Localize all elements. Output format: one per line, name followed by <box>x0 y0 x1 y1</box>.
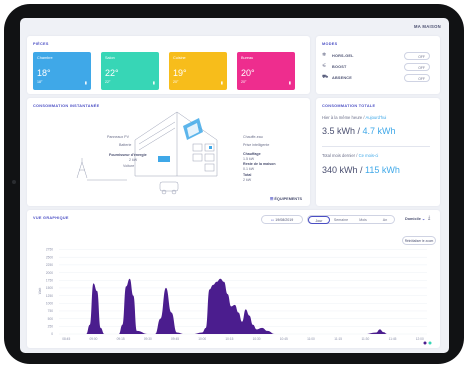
mode-label: BOOST <box>332 65 347 69</box>
water-heater-label: Chauffe-eau <box>243 135 263 139</box>
thermostat-icon: ▮ <box>288 80 291 85</box>
battery-label: Batterie <box>119 143 132 147</box>
room-setpoint: 20° <box>241 80 247 84</box>
legend-dot <box>423 341 427 345</box>
boost-icon: ⚟ <box>322 63 327 69</box>
room-setpoint: 20° <box>173 80 179 84</box>
x-tick-label: 12:00 <box>416 337 424 341</box>
y-tick-label: 1750 <box>46 278 53 282</box>
thermostat-icon: ▮ <box>152 80 155 85</box>
month-label: Total mois dernier / Ce mois-ci <box>322 153 379 158</box>
totals-title: CONSOMMATION TOTALE <box>322 104 376 108</box>
toggle-state: OFF <box>418 76 425 81</box>
legend-dot <box>428 341 432 345</box>
room-temperature: 19° <box>173 68 187 78</box>
consumption-chart[interactable]: 0 250 500 750 1000 1250 1500 1750 2000 2250 2500 27… <box>27 210 440 348</box>
x-tick-label: 10:15 <box>225 337 233 341</box>
heating-label: Chauffage <box>243 152 261 156</box>
x-tick-label: 11:15 <box>334 337 342 341</box>
divider <box>322 146 430 147</box>
y-tick-label: 2750 <box>46 248 53 252</box>
mode-toggle[interactable]: OFF <box>404 74 430 82</box>
room-temperature: 22° <box>105 68 119 78</box>
toggle-state: OFF <box>418 54 425 59</box>
y-tick-label: 0 <box>51 332 53 336</box>
room-tile-bureau[interactable]: Bureau 20° 20° ▮ <box>237 52 295 90</box>
room-setpoint: 22° <box>105 80 111 84</box>
app-header: MA MAISON <box>20 18 449 36</box>
heating-value: 1.5 kW <box>243 156 255 161</box>
equipment-link[interactable]: ☰ ÉQUIPEMENTS <box>270 196 302 201</box>
camera <box>12 180 16 184</box>
y-tick-label: 1250 <box>46 294 53 298</box>
room-name: Chambre <box>37 56 53 60</box>
y-tick-label: 1000 <box>46 301 53 305</box>
consumption-area <box>66 278 420 334</box>
rest-value: 0.1 kW <box>243 166 255 171</box>
y-tick-label: 250 <box>48 325 54 329</box>
y-tick-label: 2500 <box>46 255 53 259</box>
home-name[interactable]: MA MAISON <box>414 24 441 29</box>
y-tick-label: 750 <box>48 309 54 313</box>
thermostat-icon: ▮ <box>220 80 223 85</box>
x-tick-label: 10:30 <box>253 337 261 341</box>
x-tick-label: 08:45 <box>62 337 70 341</box>
rooms-title: PIÈCES <box>33 42 49 46</box>
x-tick-label: 11:30 <box>361 337 369 341</box>
mode-row-absence: ⛟ ABSENCE OFF <box>322 74 430 83</box>
mode-label: HORS-GEL <box>332 54 354 58</box>
x-tick-label: 10:45 <box>280 337 288 341</box>
y-tick-label: 2000 <box>46 271 53 275</box>
mode-toggle[interactable]: OFF <box>404 52 430 60</box>
x-tick-label: 09:30 <box>144 337 152 341</box>
house-illustration <box>76 111 218 195</box>
modes-card: MODES ❄ HORS-GEL OFF ⚟ BOOST OFF ⛟ ABSENCE OFF <box>316 36 440 94</box>
yesterday-label: Hier à la même heure / Aujourd'hui <box>322 115 387 120</box>
x-tick-label: 10:00 <box>198 337 206 341</box>
room-temperature: 18° <box>37 68 51 78</box>
room-temperature: 20° <box>241 68 255 78</box>
total-value: 2 kW <box>243 177 252 182</box>
smart-plug-label: Prise intelligente <box>243 143 270 147</box>
y-axis-label: Watt <box>38 288 42 295</box>
mode-row-hors-gel: ❄ HORS-GEL OFF <box>322 52 430 61</box>
chart-card: VUE GRAPHIQUE ▭ 19/08/2019 Jour Semaine Mo… <box>27 210 440 348</box>
tablet-frame: MA MAISON PIÈCES Chambre 18° 18° ▮ Salon 22° 2… <box>4 4 464 364</box>
x-tick-label: 09:45 <box>171 337 179 341</box>
total-label: Total <box>243 173 252 177</box>
x-tick-label: 09:15 <box>117 337 125 341</box>
y-tick-label: 500 <box>48 317 54 321</box>
rooms-card: PIÈCES Chambre 18° 18° ▮ Salon 22° 22° ▮ Cuisine… <box>27 36 310 94</box>
y-tick-label: 1500 <box>46 286 53 290</box>
room-name: Salon <box>105 56 115 60</box>
mode-toggle[interactable]: OFF <box>404 63 430 71</box>
x-tick-label: 11:00 <box>307 337 315 341</box>
supplier-label: Fournisseur d'énergie <box>109 153 147 157</box>
rest-label: Reste de la maison <box>243 162 276 166</box>
vehicle-label: Voiture <box>123 164 135 168</box>
y-tick-label: 2250 <box>46 263 53 267</box>
app-screen: MA MAISON PIÈCES Chambre 18° 18° ▮ Salon 22° 2… <box>20 18 449 353</box>
instant-consumption-card: CONSOMMATION INSTANTANÉE Panneaux PV Bat… <box>27 98 310 206</box>
room-tile-salon[interactable]: Salon 22° 22° ▮ <box>101 52 159 90</box>
supplier-value: 2 kW <box>129 157 138 162</box>
room-tile-chambre[interactable]: Chambre 18° 18° ▮ <box>33 52 91 90</box>
room-tile-cuisine[interactable]: Cuisine 19° 20° ▮ <box>169 52 227 90</box>
snowflake-icon: ❄ <box>322 52 327 58</box>
room-name: Bureau <box>241 56 254 60</box>
room-setpoint: 18° <box>37 80 43 84</box>
modes-title: MODES <box>322 42 338 46</box>
toggle-state: OFF <box>418 65 425 70</box>
total-consumption-card: CONSOMMATION TOTALE Hier à la même heure… <box>316 98 440 206</box>
mode-label: ABSENCE <box>332 76 352 80</box>
car-icon: ⛟ <box>322 74 329 80</box>
mode-row-boost: ⚟ BOOST OFF <box>322 63 430 72</box>
pv-label: Panneaux PV <box>107 135 129 139</box>
thermostat-icon: ▮ <box>84 80 87 85</box>
day-comparison-value: 3.5 kWh / 4.7 kWh <box>322 126 396 136</box>
x-tick-label: 11:45 <box>389 337 397 341</box>
room-name: Cuisine <box>173 56 186 60</box>
x-tick-label: 09:00 <box>89 337 97 341</box>
month-comparison-value: 340 kWh / 115 kWh <box>322 165 400 175</box>
